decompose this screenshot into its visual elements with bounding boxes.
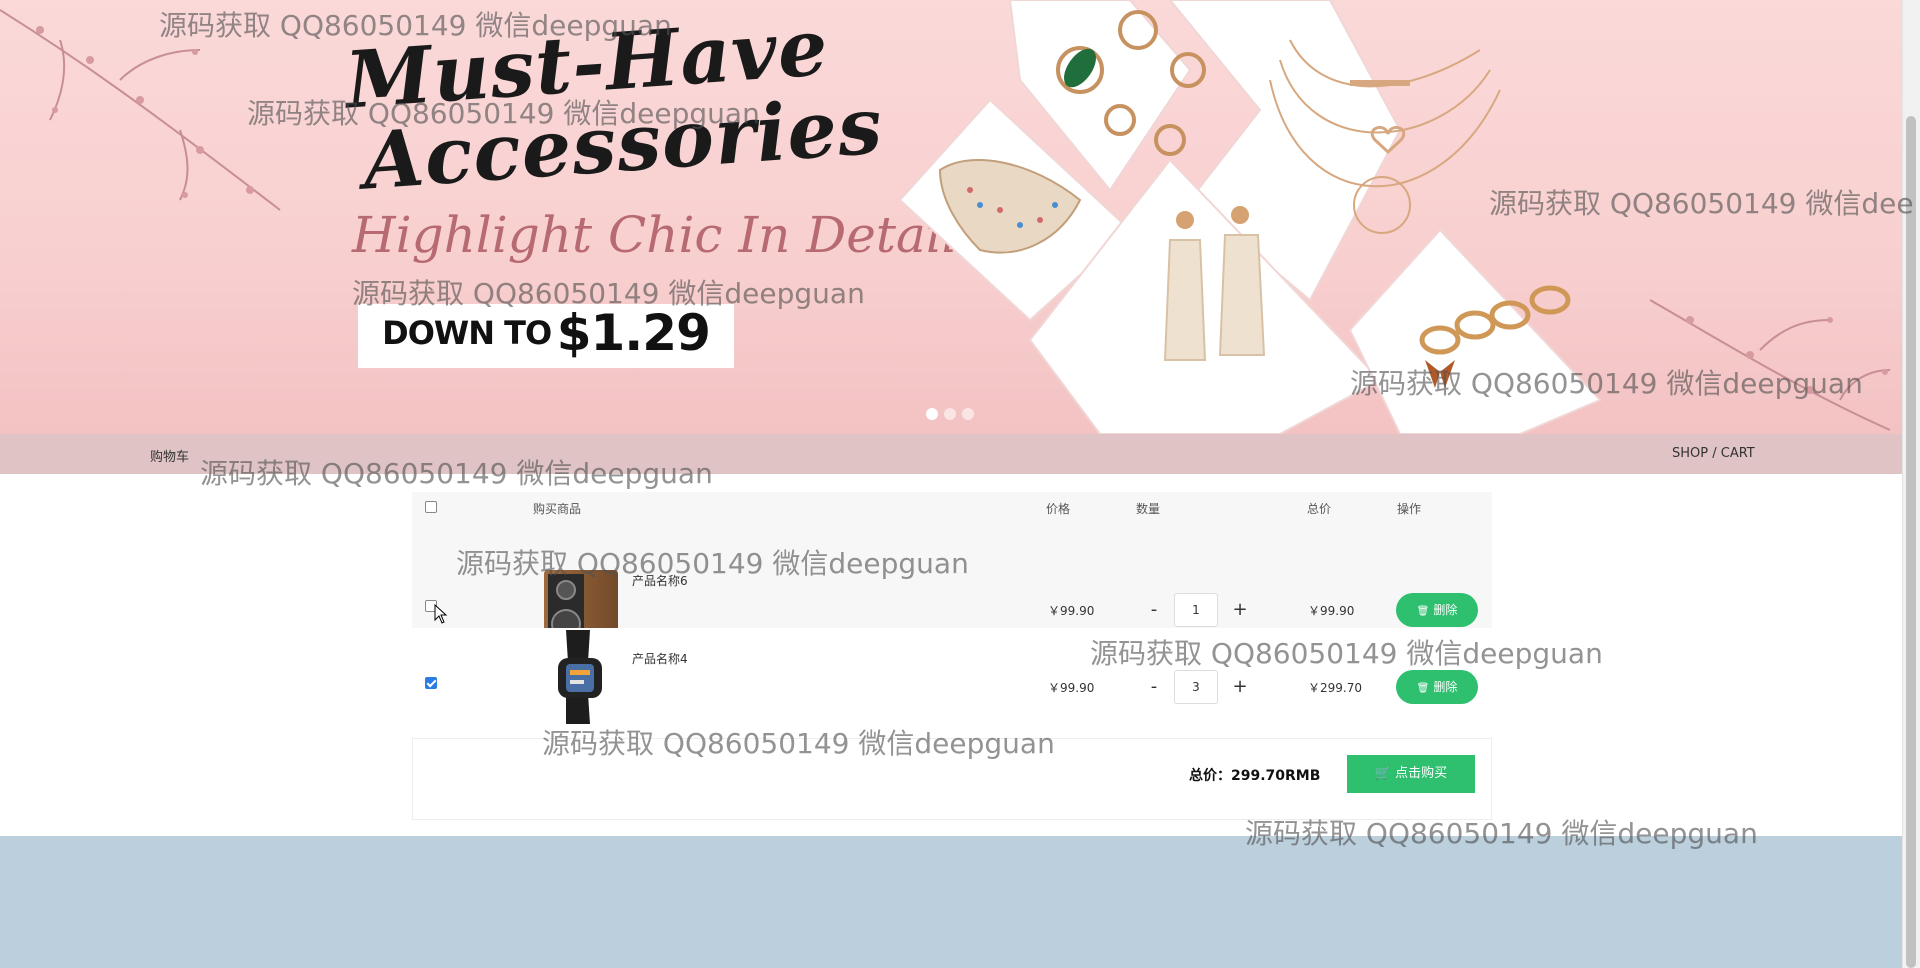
item-subtotal: ￥299.70 bbox=[1308, 681, 1362, 695]
banner-headline: Must-Have Accessories bbox=[343, 2, 886, 207]
buy-button[interactable]: 🛒 点击购买 bbox=[1347, 755, 1475, 793]
header-action: 操作 bbox=[1397, 502, 1422, 516]
mouse-cursor-icon bbox=[434, 604, 448, 624]
buy-label: 点击购买 bbox=[1395, 766, 1448, 781]
blossom-branch-right bbox=[1649, 299, 1891, 431]
cart-footer: 总价：299.70RMB 🛒 点击购买 bbox=[412, 738, 1492, 820]
trash-icon: 🗑 bbox=[1416, 606, 1430, 617]
delete-label: 删除 bbox=[1433, 680, 1458, 694]
banner-price-value: $1.29 bbox=[556, 304, 711, 362]
header-price: 价格 bbox=[1046, 502, 1071, 516]
quantity-increase-button[interactable]: + bbox=[1230, 600, 1250, 620]
item-price: ￥99.90 bbox=[1048, 604, 1095, 618]
carousel-dots bbox=[926, 408, 974, 420]
jewelry-collage-image bbox=[898, 0, 1602, 434]
item-subtotal: ￥99.90 bbox=[1308, 604, 1355, 618]
carousel-dot[interactable] bbox=[944, 408, 956, 420]
item-checkbox[interactable] bbox=[425, 677, 437, 689]
page-header-bar: 购物车 SHOP / CART bbox=[0, 434, 1902, 474]
banner-price-prefix: DOWN TO bbox=[382, 314, 552, 352]
page-title: 购物车 bbox=[150, 450, 190, 465]
delete-button[interactable]: 🗑 删除 bbox=[1396, 593, 1478, 627]
select-all-checkbox[interactable] bbox=[425, 501, 437, 513]
item-price: ￥99.90 bbox=[1048, 681, 1095, 695]
footer-area bbox=[0, 836, 1902, 968]
quantity-input[interactable]: 3 bbox=[1174, 670, 1218, 704]
delete-label: 删除 bbox=[1433, 603, 1458, 617]
cart-row: 产品名称6 ￥99.90 - 1 + ￥99.90 🗑 删除 bbox=[412, 522, 1492, 656]
quantity-decrease-button[interactable]: - bbox=[1144, 600, 1164, 620]
header-product: 购买商品 bbox=[533, 502, 582, 516]
blossom-branch-left bbox=[0, 9, 281, 211]
cart-table: 购买商品 价格 数量 总价 操作 产品名称6 ￥99.90 - 1 + ￥99.… bbox=[412, 492, 1492, 820]
header-total: 总价 bbox=[1307, 502, 1332, 516]
header-quantity: 数量 bbox=[1136, 502, 1161, 516]
product-name[interactable]: 产品名称6 bbox=[632, 572, 688, 589]
quantity-input[interactable]: 1 bbox=[1174, 593, 1218, 627]
carousel-dot[interactable] bbox=[962, 408, 974, 420]
hero-banner: Must-Have Accessories Highlight Chic In … bbox=[0, 0, 1902, 434]
product-name[interactable]: 产品名称4 bbox=[632, 650, 688, 667]
delete-button[interactable]: 🗑 删除 bbox=[1396, 670, 1478, 704]
cart-header-row: 购买商品 价格 数量 总价 操作 bbox=[412, 492, 1492, 522]
quantity-increase-button[interactable]: + bbox=[1230, 677, 1250, 697]
breadcrumb[interactable]: SHOP / CART bbox=[1672, 446, 1755, 461]
quantity-decrease-button[interactable]: - bbox=[1144, 677, 1164, 697]
cart-row: 产品名称4 ￥99.90 - 3 + ￥299.70 🗑 删除 bbox=[412, 628, 1492, 734]
banner-price-box: DOWN TO $1.29 bbox=[358, 304, 734, 368]
carousel-dot[interactable] bbox=[926, 408, 938, 420]
trash-icon: 🗑 bbox=[1416, 683, 1430, 694]
product-image-smartband bbox=[558, 630, 602, 724]
cart-total: 总价：299.70RMB bbox=[1189, 768, 1321, 784]
cart-icon: 🛒 bbox=[1374, 766, 1392, 781]
scrollbar-thumb[interactable] bbox=[1906, 116, 1916, 968]
